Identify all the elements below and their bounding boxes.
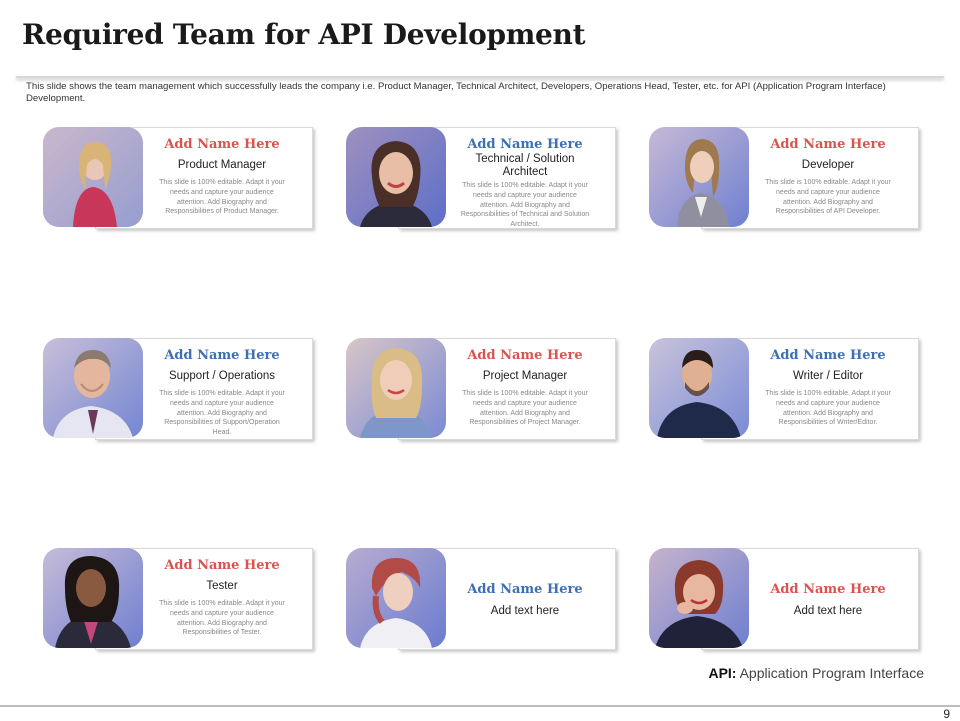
member-bio: This slide is 100% editable. Adapt it yo…	[159, 390, 285, 437]
avatar-photo	[43, 338, 143, 438]
member-bio: This slide is 100% editable. Adapt it yo…	[159, 600, 285, 637]
member-role: Project Manager	[482, 370, 568, 382]
avatar-photo	[43, 548, 143, 648]
member-name: Add Name Here	[164, 558, 280, 573]
team-card-writer-editor: Add Name Here Writer / Editor This slide…	[649, 338, 919, 440]
page-number: 9	[943, 707, 950, 721]
member-name: Add Name Here	[467, 137, 583, 152]
team-card-product-manager: Add Name Here Product Manager This slide…	[43, 127, 313, 229]
team-card-developer: Add Name Here Developer This slide is 10…	[649, 127, 919, 229]
avatar-photo	[346, 548, 446, 648]
team-card-technical-architect: Add Name Here Technical / Solution Archi…	[346, 127, 616, 230]
member-bio: This slide is 100% editable. Adapt it yo…	[765, 390, 891, 427]
avatar-photo	[346, 338, 446, 438]
team-card-project-manager: Add Name Here Project Manager This slide…	[346, 338, 616, 440]
api-footnote: API: Application Program Interface	[708, 665, 924, 681]
member-name: Add Name Here	[164, 137, 280, 152]
bottom-divider	[0, 705, 960, 707]
member-bio: This slide is 100% editable. Adapt it yo…	[462, 390, 588, 427]
avatar-photo	[346, 127, 446, 227]
avatar-photo	[649, 548, 749, 648]
member-role: Writer / Editor	[792, 370, 864, 382]
card-info: Add Name Here Tester This slide is 100% …	[157, 548, 287, 638]
footnote-label: API:	[708, 665, 737, 681]
title-divider	[16, 76, 944, 78]
avatar-photo	[649, 338, 749, 438]
member-name: Add Name Here	[770, 137, 886, 152]
member-name: Add Name Here	[770, 348, 886, 363]
member-role: Product Manager	[177, 159, 267, 171]
team-card-member-9: Add Name Here Add text here	[649, 548, 919, 650]
member-name: Add Name Here	[467, 348, 583, 363]
member-bio: This slide is 100% editable. Adapt it yo…	[460, 182, 590, 229]
card-info: Add Name Here Add text here	[763, 548, 893, 618]
card-info: Add Name Here Project Manager This slide…	[460, 338, 590, 428]
footnote-text: Application Program Interface	[736, 665, 924, 681]
avatar-photo	[43, 127, 143, 227]
avatar-photo	[649, 127, 749, 227]
member-name: Add Name Here	[770, 582, 886, 597]
card-info: Add Name Here Developer This slide is 10…	[763, 127, 893, 217]
card-info: Add Name Here Technical / Solution Archi…	[460, 127, 590, 230]
member-role: Technical / Solution Architect	[475, 153, 575, 178]
team-card-support-operations: Add Name Here Support / Operations This …	[43, 338, 313, 440]
member-role: Tester	[206, 580, 238, 592]
member-name: Add Name Here	[164, 348, 280, 363]
member-role: Add text here	[793, 605, 863, 617]
member-role: Add text here	[490, 605, 560, 617]
card-info: Add Name Here Product Manager This slide…	[157, 127, 287, 217]
member-role: Support / Operations	[168, 370, 276, 382]
card-info: Add Name Here Support / Operations This …	[157, 338, 287, 438]
slide-title: Required Team for API Development	[22, 18, 586, 51]
slide-description: This slide shows the team management whi…	[26, 81, 886, 104]
card-info: Add Name Here Writer / Editor This slide…	[763, 338, 893, 428]
member-bio: This slide is 100% editable. Adapt it yo…	[159, 179, 285, 216]
team-card-tester: Add Name Here Tester This slide is 100% …	[43, 548, 313, 650]
team-card-member-8: Add Name Here Add text here	[346, 548, 616, 650]
member-role: Developer	[801, 159, 855, 171]
card-info: Add Name Here Add text here	[460, 548, 590, 618]
member-name: Add Name Here	[467, 582, 583, 597]
member-bio: This slide is 100% editable. Adapt it yo…	[765, 179, 891, 216]
